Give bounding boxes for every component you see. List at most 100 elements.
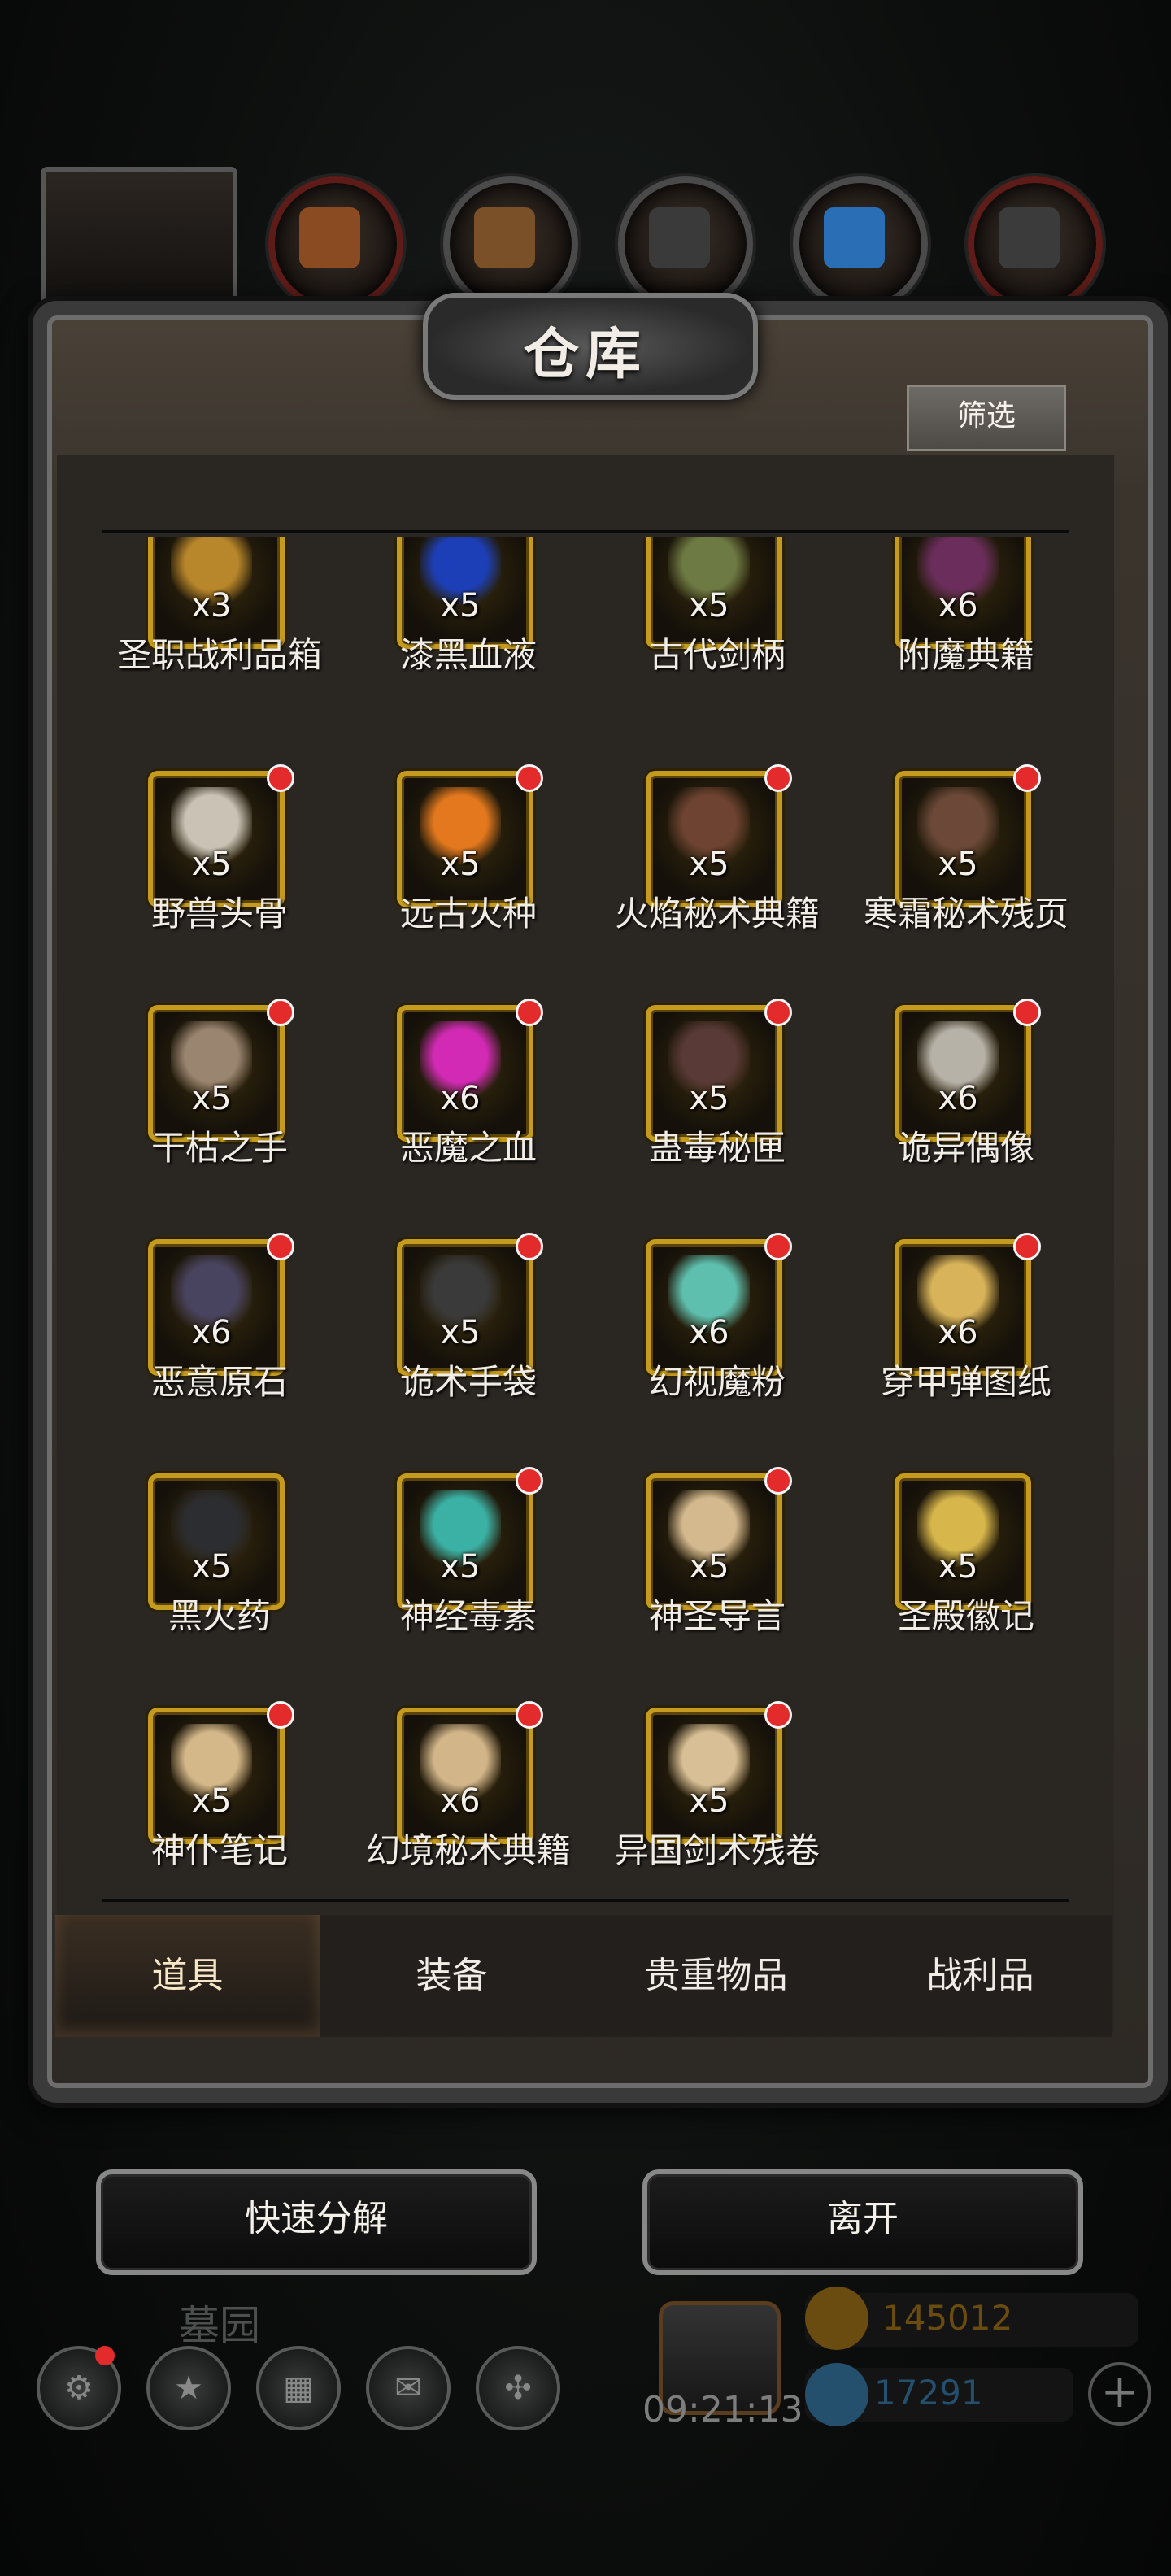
new-badge — [267, 1233, 294, 1260]
inventory-item[interactable]: x5 神仆笔记 — [98, 1701, 342, 1870]
tab-equipment[interactable]: 装备 — [320, 1915, 584, 2037]
new-badge — [516, 764, 543, 792]
gold-amount: 145012 — [882, 2298, 1013, 2338]
inventory-item[interactable]: x5 神经毒素 — [346, 1467, 590, 1708]
handshake-icon[interactable]: ✣ — [476, 2346, 560, 2430]
item-name: 神仆笔记 — [150, 1830, 288, 1870]
gem-amount: 17291 — [874, 2373, 983, 2413]
item-name: 幻视魔粉 — [648, 1362, 786, 1402]
item-quantity: x6 — [938, 587, 978, 624]
new-badge — [764, 1467, 792, 1495]
inventory-item[interactable]: x5 古代剑柄 — [595, 537, 839, 746]
filter-button[interactable]: 筛选 — [907, 385, 1066, 451]
item-quantity: x5 — [689, 1782, 729, 1820]
wood-plank-icon[interactable] — [443, 176, 578, 311]
mail-icon[interactable]: ✉ — [366, 2346, 451, 2430]
inventory-item[interactable]: x5 火焰秘术典籍 — [595, 764, 839, 1005]
item-quantity: x5 — [191, 1548, 232, 1586]
event-timer: 09:21:13 — [642, 2389, 803, 2430]
item-quantity: x5 — [938, 846, 978, 883]
tab-items[interactable]: 道具 — [55, 1915, 320, 2037]
item-quantity: x6 — [938, 1314, 978, 1351]
new-badge — [516, 999, 543, 1026]
leave-button[interactable]: 离开 — [642, 2169, 1083, 2275]
item-quantity: x5 — [191, 1080, 232, 1117]
item-name: 幻境秘术典籍 — [365, 1830, 571, 1870]
inventory-item[interactable]: x3 圣职战利品箱 — [98, 537, 342, 746]
item-quantity: x6 — [191, 1314, 232, 1351]
item-quantity: x5 — [440, 1314, 481, 1351]
gem-icon — [805, 2363, 868, 2426]
ingot-icon[interactable] — [618, 176, 753, 311]
inventory-item[interactable]: x6 幻境秘术典籍 — [346, 1701, 590, 1870]
inventory-item[interactable]: x5 黑火药 — [98, 1473, 342, 1708]
item-name: 圣殿徽记 — [897, 1596, 1034, 1636]
new-badge — [764, 1701, 792, 1729]
quick-salvage-button[interactable]: 快速分解 — [96, 2169, 537, 2275]
item-quantity: x5 — [191, 1782, 232, 1820]
inventory-item[interactable]: x5 干枯之手 — [98, 999, 342, 1239]
item-name: 黑火药 — [168, 1596, 271, 1636]
item-name: 蛊毒秘匣 — [648, 1128, 786, 1168]
gold-coin-icon — [805, 2287, 868, 2350]
item-name: 寒霜秘术残页 — [863, 894, 1069, 933]
item-grid: x3 圣职战利品箱 x5 漆黑血液 x5 古代剑柄 x6 附魔典籍 x5 野兽头骨 x5 远古火种 x5… — [98, 537, 1073, 1870]
item-name: 恶魔之血 — [399, 1128, 537, 1168]
tab-valuables[interactable]: 贵重物品 — [584, 1915, 848, 2037]
item-quantity: x6 — [440, 1080, 481, 1117]
new-badge — [267, 999, 294, 1026]
item-quantity: x5 — [938, 1548, 978, 1586]
category-tabs: 道具 装备 贵重物品 战利品 — [55, 1915, 1112, 2037]
inventory-item[interactable]: x5 圣殿徽记 — [844, 1473, 1073, 1708]
inventory-item[interactable]: x5 漆黑血液 — [346, 537, 590, 746]
new-badge — [1013, 999, 1041, 1026]
new-badge — [1013, 764, 1041, 792]
add-currency-button[interactable]: + — [1088, 2362, 1151, 2426]
new-badge — [516, 1701, 543, 1729]
item-name: 火焰秘术典籍 — [614, 894, 820, 933]
inventory-item[interactable]: x5 异国剑术残卷 — [595, 1701, 839, 1870]
tab-loot[interactable]: 战利品 — [848, 1915, 1112, 2037]
new-badge — [764, 764, 792, 792]
item-name: 古代剑柄 — [648, 635, 786, 675]
item-quantity: x3 — [191, 587, 232, 624]
item-name: 异国剑术残卷 — [614, 1830, 820, 1870]
item-quantity: x5 — [440, 587, 481, 624]
inventory-item[interactable]: x6 幻视魔粉 — [595, 1233, 839, 1473]
metal-bar-icon[interactable] — [968, 176, 1103, 311]
inventory-item[interactable]: x5 神圣导言 — [595, 1467, 839, 1708]
inventory-item[interactable]: x5 远古火种 — [346, 764, 590, 1005]
notification-dot — [95, 2346, 115, 2365]
inventory-item[interactable]: x6 诡异偶像 — [844, 999, 1073, 1239]
item-name: 漆黑血液 — [399, 635, 537, 675]
crystal-icon[interactable] — [793, 176, 928, 311]
item-name: 附魔典籍 — [897, 635, 1034, 675]
inventory-item[interactable]: x5 蛊毒秘匣 — [595, 999, 839, 1239]
inventory-item[interactable]: x5 寒霜秘术残页 — [844, 764, 1073, 1005]
new-badge — [267, 1701, 294, 1729]
codex-icon[interactable]: ▦ — [256, 2346, 341, 2430]
inventory-item[interactable]: x5 野兽头骨 — [98, 764, 342, 1005]
item-quantity: x5 — [689, 587, 729, 624]
new-badge — [267, 764, 294, 792]
new-badge — [1013, 1233, 1041, 1260]
settings-icon[interactable]: ⚙ — [37, 2346, 121, 2430]
item-name: 神经毒素 — [399, 1596, 537, 1636]
inventory-item[interactable]: x6 恶意原石 — [98, 1233, 342, 1473]
item-quantity: x5 — [191, 846, 232, 883]
item-name: 远古火种 — [399, 894, 537, 933]
item-name: 穿甲弹图纸 — [880, 1362, 1051, 1402]
star-badge-icon[interactable]: ★ — [146, 2346, 231, 2430]
inventory-item[interactable]: x6 恶魔之血 — [346, 999, 590, 1239]
inventory-item[interactable]: x6 穿甲弹图纸 — [844, 1233, 1073, 1473]
item-name: 圣职战利品箱 — [116, 635, 322, 675]
inventory-item[interactable]: x5 诡术手袋 — [346, 1233, 590, 1473]
item-name: 诡术手袋 — [399, 1362, 537, 1402]
item-quantity: x5 — [689, 846, 729, 883]
inventory-item[interactable]: x6 附魔典籍 — [844, 537, 1073, 746]
item-quantity: x6 — [689, 1314, 729, 1351]
hammer-icon[interactable] — [268, 176, 403, 311]
item-quantity: x6 — [938, 1080, 978, 1117]
item-quantity: x5 — [689, 1080, 729, 1117]
item-name: 野兽头骨 — [150, 894, 288, 933]
